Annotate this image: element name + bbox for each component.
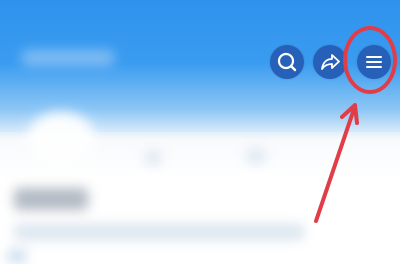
blurred-stat [146, 152, 160, 164]
blurred-username [14, 188, 88, 210]
share-button[interactable] [313, 45, 347, 79]
share-arrow-icon [321, 54, 340, 70]
annotation-arrow-icon [314, 103, 359, 223]
blurred-title [22, 50, 114, 66]
blurred-description [14, 224, 304, 240]
search-icon [277, 52, 297, 72]
blurred-stat [248, 150, 264, 162]
search-button[interactable] [270, 45, 304, 79]
blurred-badge [8, 250, 26, 262]
annotation-circle [343, 26, 397, 94]
